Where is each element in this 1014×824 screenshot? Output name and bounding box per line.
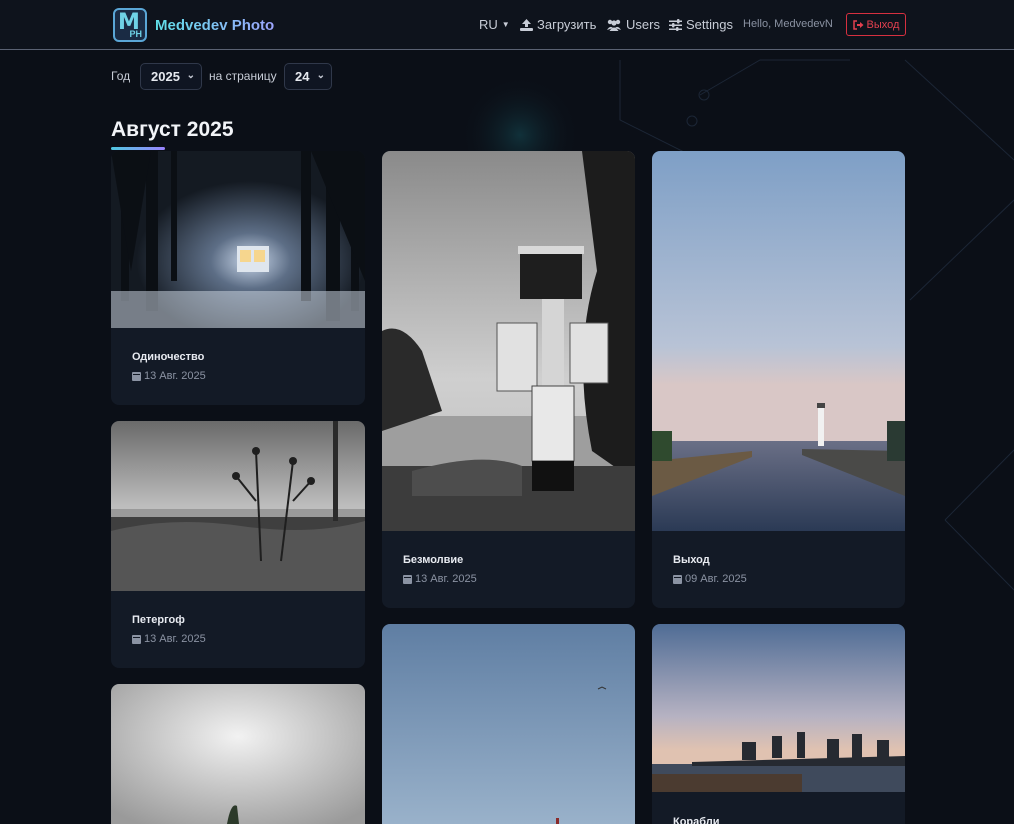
logout-button[interactable]: Выход — [846, 13, 906, 36]
language-dropdown[interactable]: RU ▼ — [479, 17, 510, 32]
calendar-icon — [132, 634, 141, 644]
photo-card[interactable] — [111, 684, 365, 824]
photo-thumbnail-field-bw — [111, 421, 365, 591]
brand-link[interactable]: M PH Medvedev Photo — [113, 8, 274, 42]
sliders-icon — [669, 18, 682, 31]
users-label: Users — [626, 17, 660, 32]
section-title-underline — [111, 147, 165, 150]
year-select[interactable]: 2025 ⌄ — [140, 63, 202, 90]
calendar-icon — [132, 371, 141, 381]
upload-icon — [520, 18, 533, 31]
photo-card[interactable]: Петергоф 13 Авг. 2025 — [111, 421, 365, 668]
chevron-down-icon: ⌄ — [316, 70, 325, 81]
photo-title: Безмолвие — [403, 554, 464, 566]
user-greeting: Hello, MedvedevN — [743, 18, 833, 30]
photo-thumbnail-harbor-lighthouse — [652, 151, 905, 531]
logo-ph: PH — [129, 29, 142, 39]
brand-name: Medvedev Photo — [155, 16, 275, 34]
logout-label: Выход — [866, 18, 900, 31]
per-page-select[interactable]: 24 ⌄ — [284, 63, 332, 90]
photo-card[interactable]: Выход 09 Авг. 2025 — [652, 151, 905, 608]
photo-date: 13 Авг. 2025 — [403, 573, 477, 585]
photo-date-text: 13 Авг. 2025 — [144, 370, 206, 382]
section-title: Август 2025 — [111, 118, 234, 141]
photo-date: 09 Авг. 2025 — [673, 573, 747, 585]
photo-card[interactable] — [382, 624, 635, 824]
photo-title: Корабли — [673, 816, 720, 824]
photo-thumbnail-forest-night — [111, 151, 365, 328]
photo-date-text: 13 Авг. 2025 — [144, 633, 206, 645]
top-navbar: M PH Medvedev Photo RU ▼ Загрузить Users — [0, 0, 1014, 50]
photo-thumbnail-lighthouse-bw — [382, 151, 635, 531]
photo-date: 13 Авг. 2025 — [132, 370, 206, 382]
photo-date-text: 09 Авг. 2025 — [685, 573, 747, 585]
photo-thumbnail-warships — [652, 624, 905, 792]
photo-card[interactable]: Корабли — [652, 624, 905, 824]
per-page-label: на страницу — [209, 69, 277, 83]
sign-out-icon — [852, 19, 864, 30]
brand-logo-icon: M PH — [113, 8, 147, 42]
per-page-value: 24 — [295, 69, 310, 84]
photo-date: 13 Авг. 2025 — [132, 633, 206, 645]
settings-label: Settings — [686, 17, 733, 32]
photo-thumbnail-cloudy-sky — [111, 684, 365, 824]
users-link[interactable]: Users — [606, 17, 660, 32]
photo-title: Одиночество — [132, 351, 205, 363]
settings-link[interactable]: Settings — [669, 17, 733, 32]
calendar-icon — [673, 574, 682, 584]
chevron-down-icon: ⌄ — [186, 70, 195, 81]
year-label: Год — [111, 69, 131, 83]
chevron-down-icon: ▼ — [501, 20, 510, 29]
photo-title: Петергоф — [132, 614, 185, 626]
photo-card[interactable]: Безмолвие 13 Авг. 2025 — [382, 151, 635, 608]
photo-title: Выход — [673, 554, 710, 566]
year-value: 2025 — [151, 69, 180, 84]
photo-date-text: 13 Авг. 2025 — [415, 573, 477, 585]
upload-label: Загрузить — [537, 17, 597, 32]
photo-card[interactable]: Одиночество 13 Авг. 2025 — [111, 151, 365, 405]
users-icon — [607, 19, 621, 31]
calendar-icon — [403, 574, 412, 584]
photo-thumbnail-blue-sky — [382, 624, 635, 824]
upload-link[interactable]: Загрузить — [520, 17, 596, 32]
language-label: RU — [479, 17, 498, 32]
